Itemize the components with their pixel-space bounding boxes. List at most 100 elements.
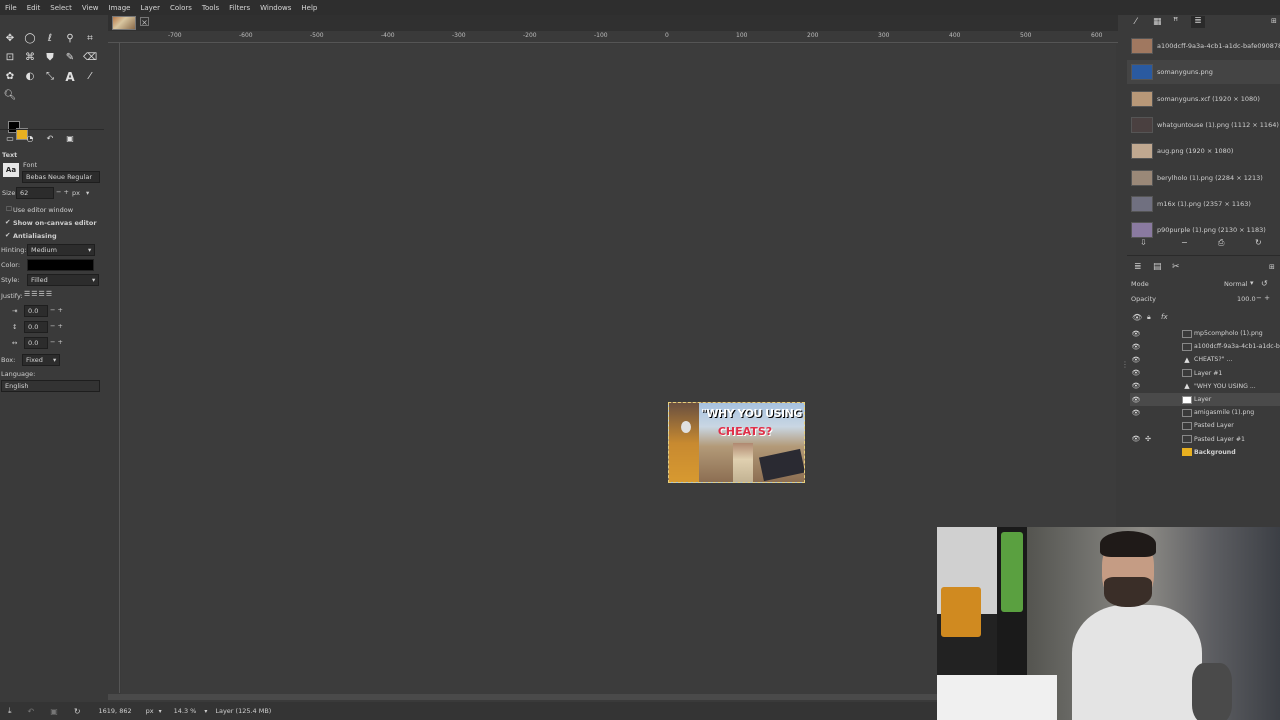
image-canvas-thumbnail[interactable]: "WHY YOU USING CHEATS? [668, 402, 805, 483]
unit-select[interactable]: px [146, 707, 154, 715]
layer-row[interactable]: 👁︎ amigasmile (1).png [1130, 406, 1280, 419]
lasso-icon[interactable]: ℓ [43, 32, 57, 46]
image-tab-thumbnail[interactable] [112, 16, 136, 30]
layers-menu-icon[interactable]: ⊞ [1269, 263, 1275, 271]
ellipse-select-icon[interactable]: ◯ [23, 32, 37, 46]
visibility-eye-icon[interactable]: 👁︎ [1130, 330, 1142, 338]
image-list-item[interactable]: berylholo (1).png (2284 × 1213) [1127, 166, 1280, 190]
visibility-eye-icon[interactable]: 👁︎ [1130, 382, 1142, 390]
letter-spacing-field[interactable]: 0.0 [24, 337, 48, 349]
image-list-item[interactable]: m16x (1).png (2357 × 1163) [1127, 192, 1280, 216]
layer-row[interactable]: Pasted Layer [1130, 419, 1280, 432]
color-picker-icon[interactable]: ⁄ [83, 70, 97, 84]
show-on-canvas-checkbox[interactable]: ✔ [5, 218, 10, 226]
visibility-eye-icon[interactable]: 👁︎ [1130, 435, 1142, 443]
mode-dropdown-icon[interactable]: ▾ [1250, 279, 1254, 287]
visibility-eye-icon[interactable]: 👁︎ [1130, 396, 1142, 404]
zoom-select[interactable]: 14.3 % [174, 707, 197, 715]
size-stepper-icon[interactable]: − + [56, 188, 69, 196]
chain-icon[interactable]: ✣ [1142, 435, 1154, 443]
menu-item-edit[interactable]: Edit [22, 4, 46, 12]
close-image-icon[interactable]: − [1181, 238, 1188, 247]
antialiasing-checkbox[interactable]: ✔ [5, 231, 10, 239]
opacity-stepper-icon[interactable]: − + [1256, 294, 1270, 302]
menu-item-colors[interactable]: Colors [165, 4, 197, 12]
hinting-select[interactable]: Medium [27, 244, 95, 256]
visibility-eye-icon[interactable]: 👁︎ [1130, 369, 1142, 377]
image-list-item[interactable]: aug.png (1920 × 1080) [1127, 139, 1280, 163]
font-preview-icon[interactable]: Aa [3, 163, 19, 177]
menu-item-file[interactable]: File [0, 4, 22, 12]
style-dropdown-icon[interactable]: ▾ [92, 276, 95, 284]
image-list-item[interactable]: somanyguns.xcf (1920 × 1080) [1127, 87, 1280, 111]
use-editor-checkbox[interactable]: ☐ [6, 205, 12, 213]
clone-icon[interactable]: ✿ [3, 70, 17, 84]
indent-stepper-icon[interactable]: − + [50, 306, 63, 314]
visibility-eye-icon[interactable]: 👁︎ [1130, 356, 1142, 364]
image-list-item[interactable]: a100dcff-9a3a-4cb1-a1dc-bafe090878a6 ( [1127, 34, 1280, 58]
menu-item-image[interactable]: Image [104, 4, 136, 12]
letter-spacing-stepper-icon[interactable]: − + [50, 338, 63, 346]
dock-menu-icon[interactable]: ⊞ [1271, 17, 1277, 25]
undo-icon[interactable]: ↶ [28, 707, 35, 716]
crop-icon[interactable]: ⌗ [83, 32, 97, 46]
image-list-item[interactable]: whatguntouse (1).png (1112 × 1164) [1127, 113, 1280, 137]
layer-row[interactable]: 👁︎ mp5compholo (1).png [1130, 327, 1280, 340]
text-color-button[interactable] [27, 259, 94, 271]
size-field[interactable]: 62 [16, 187, 54, 199]
move-tool-icon[interactable]: ✥ [3, 32, 17, 46]
menu-item-select[interactable]: Select [45, 4, 77, 12]
dodge-icon[interactable]: ◐ [23, 70, 37, 84]
brushes-tab-icon[interactable]: ⁄ [1135, 17, 1137, 27]
channels-tab-icon[interactable]: ▤ [1153, 262, 1162, 272]
layer-row[interactable]: Background [1130, 446, 1280, 459]
tool-options-tab-icon[interactable]: ▭ [3, 132, 17, 146]
warp-icon[interactable]: ⌘ [23, 51, 37, 65]
images-tab-icon[interactable]: ▣ [63, 132, 77, 146]
style-select[interactable]: Filled [27, 274, 99, 286]
device-status-tab-icon[interactable]: ◔ [23, 132, 37, 146]
layers-tab-icon[interactable]: ≣ [1134, 262, 1142, 272]
line-spacing-field[interactable]: 0.0 [24, 321, 48, 333]
layer-row[interactable]: 👁︎ ✣ Pasted Layer #1 [1130, 433, 1280, 446]
images-tab-icon[interactable]: ≣ [1191, 16, 1205, 28]
size-unit-dropdown-icon[interactable]: ▾ [86, 189, 89, 197]
eraser-icon[interactable]: ⌫ [83, 51, 97, 65]
paths-tab-icon[interactable]: ✂ [1172, 262, 1180, 272]
menu-item-tools[interactable]: Tools [197, 4, 224, 12]
size-unit[interactable]: px [72, 189, 80, 197]
menu-item-layer[interactable]: Layer [135, 4, 165, 12]
panel-resize-handle[interactable]: ⋮ [1121, 360, 1129, 369]
indent-field[interactable]: 0.0 [24, 305, 48, 317]
print-image-icon[interactable]: ⎙ [1218, 238, 1224, 248]
font-field[interactable]: Bebas Neue Regular [22, 171, 100, 183]
image-list-item[interactable]: somanyguns.png [1127, 60, 1280, 85]
menu-item-windows[interactable]: Windows [255, 4, 296, 12]
undo-history-tab-icon[interactable]: ↶ [43, 132, 57, 146]
menu-item-filters[interactable]: Filters [224, 4, 255, 12]
zoom-icon[interactable]: 🔍︎ [3, 89, 17, 103]
mode-select[interactable]: Normal [1224, 280, 1248, 288]
language-field[interactable]: English [1, 380, 100, 392]
layer-row[interactable]: 👁︎ Layer #1 [1130, 367, 1280, 380]
close-tab-icon[interactable]: × [140, 17, 149, 27]
fonts-tab-icon[interactable]: ꟸ [1173, 17, 1178, 27]
zoom-dropdown-icon[interactable]: ▾ [204, 708, 207, 715]
justify-buttons-icon[interactable]: ☰☰☰☰ [24, 290, 53, 298]
visibility-eye-icon[interactable]: 👁︎ [1130, 409, 1142, 417]
text-tool-icon[interactable]: A [63, 70, 77, 84]
menu-item-view[interactable]: View [77, 4, 104, 12]
reset-icon[interactable]: ↻ [74, 707, 81, 716]
menu-item-help[interactable]: Help [296, 4, 322, 12]
open-image-icon[interactable]: ⇩ [1140, 238, 1147, 247]
layer-row[interactable]: 👁︎ ▲ CHEATS?" ... [1130, 353, 1280, 366]
opacity-value[interactable]: 100.0 [1237, 295, 1256, 303]
unified-transform-icon[interactable]: ⊡ [3, 51, 17, 65]
paths-icon[interactable]: ⤡ [43, 70, 57, 84]
paintbrush-icon[interactable]: ✎ [63, 51, 77, 65]
refresh-image-icon[interactable]: ↻ [1255, 238, 1262, 247]
image-icon[interactable]: ▣ [50, 707, 58, 716]
line-spacing-stepper-icon[interactable]: − + [50, 322, 63, 330]
bucket-fill-icon[interactable]: ⛊ [43, 51, 57, 65]
fuzzy-select-icon[interactable]: ⚲ [63, 32, 77, 46]
